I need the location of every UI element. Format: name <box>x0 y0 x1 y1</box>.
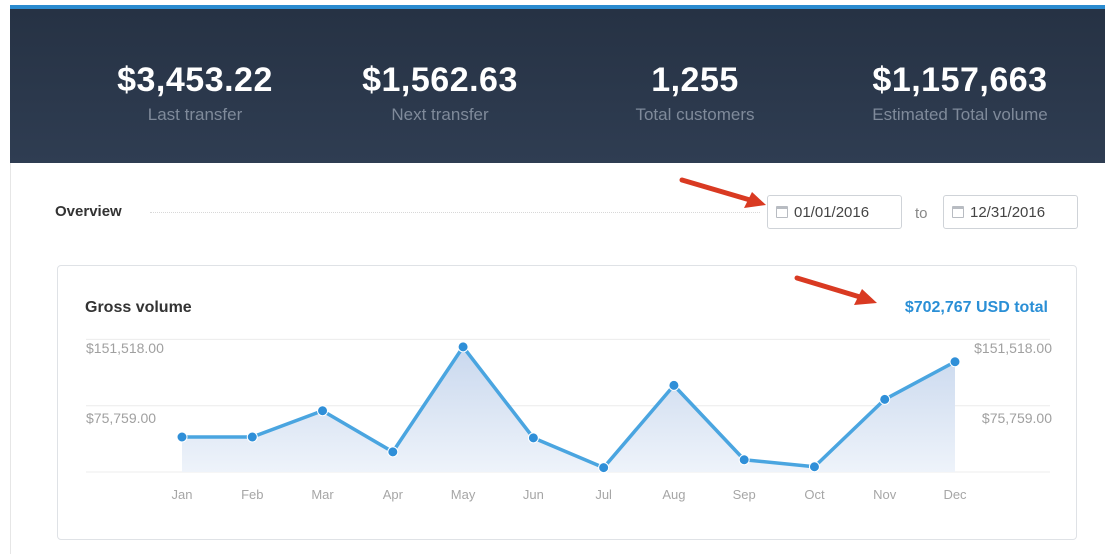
x-tick-label: Aug <box>662 487 685 502</box>
x-tick-label: Jan <box>172 487 193 502</box>
chart-point-aug[interactable] <box>668 379 680 391</box>
x-tick-label: Jun <box>523 487 544 502</box>
chart-point-oct[interactable] <box>808 461 820 473</box>
x-tick-label: Dec <box>943 487 967 502</box>
annotation-arrow <box>794 275 877 305</box>
chart-point-may[interactable] <box>457 341 469 353</box>
y-tick-label-left: $151,518.00 <box>86 340 164 356</box>
chart-point-jul[interactable] <box>598 462 610 474</box>
chart-point-feb[interactable] <box>246 431 258 443</box>
x-tick-label: Sep <box>733 487 756 502</box>
y-tick-label-right: $75,759.00 <box>982 410 1052 426</box>
annotation-arrow <box>679 177 766 208</box>
chart-point-dec[interactable] <box>949 356 961 368</box>
x-tick-label: Feb <box>241 487 263 502</box>
chart-point-nov[interactable] <box>879 393 891 405</box>
chart-point-jun[interactable] <box>527 432 539 444</box>
x-tick-label: Jul <box>595 487 612 502</box>
chart-point-mar[interactable] <box>317 405 329 417</box>
chart-point-sep[interactable] <box>738 454 750 466</box>
y-tick-label-right: $151,518.00 <box>974 340 1052 356</box>
y-tick-label-left: $75,759.00 <box>86 410 156 426</box>
gross-volume-chart: $151,518.00 $75,759.00 $151,518.00 $75,7… <box>86 177 1052 502</box>
x-tick-label: Nov <box>873 487 897 502</box>
x-tick-label: Apr <box>383 487 404 502</box>
x-tick-label: Oct <box>804 487 825 502</box>
x-tick-label: May <box>451 487 476 502</box>
chart-point-jan[interactable] <box>176 431 188 443</box>
chart-point-apr[interactable] <box>387 446 399 458</box>
x-tick-label: Mar <box>311 487 334 502</box>
